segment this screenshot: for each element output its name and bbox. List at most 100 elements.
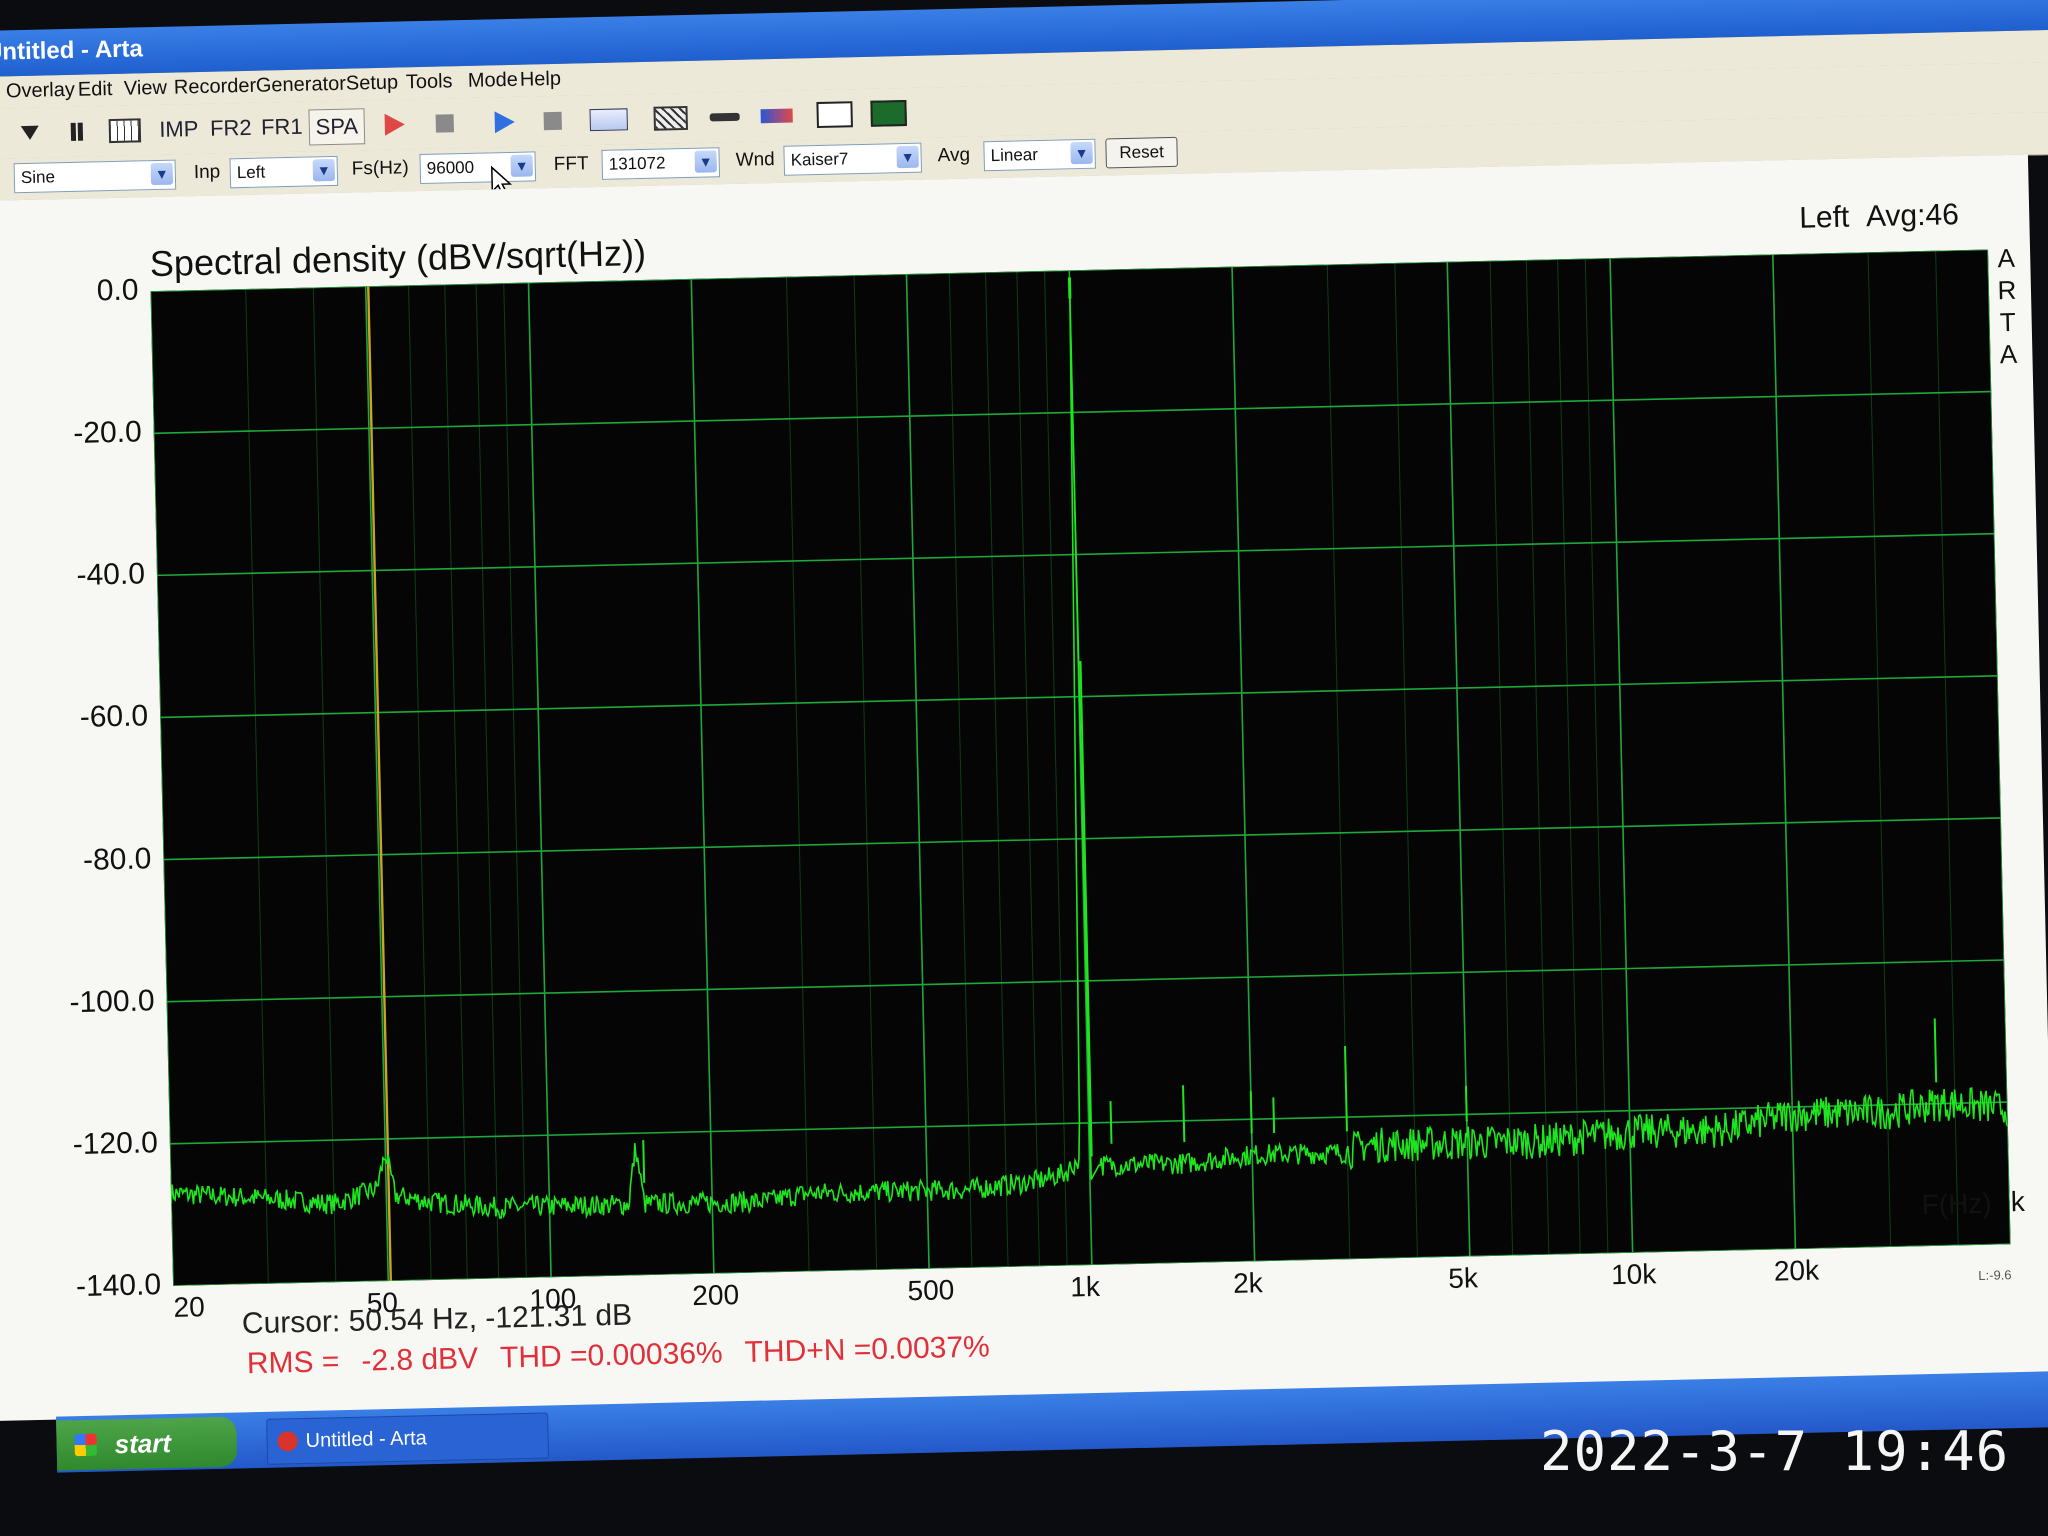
- window-function-select[interactable]: Kaiser7 ▼: [783, 142, 923, 176]
- start-button[interactable]: start: [56, 1416, 238, 1471]
- menu-setup[interactable]: Setup: [346, 71, 399, 95]
- signal-select[interactable]: Sine ▼: [13, 159, 177, 194]
- taskbar-item-arta[interactable]: Untitled - Arta: [266, 1412, 550, 1465]
- text-annotation-icon[interactable]: [586, 102, 631, 137]
- spectral-peak: [1464, 1085, 1468, 1122]
- inp-value: Left: [236, 162, 266, 183]
- x-tick-label: 20: [173, 1291, 206, 1323]
- menu-tools[interactable]: Tools: [406, 70, 453, 94]
- averaging-select[interactable]: Linear ▼: [983, 138, 1096, 172]
- spectral-peak: [1249, 1090, 1253, 1134]
- photo-timestamp: 2022-3-7 19:46: [1540, 1420, 2010, 1483]
- menu-view[interactable]: View: [124, 77, 168, 101]
- spectral-peak: [642, 1140, 646, 1183]
- generator-play-icon[interactable]: [486, 105, 523, 140]
- menu-recorder[interactable]: Recorder: [174, 75, 257, 100]
- pause-icon[interactable]: [61, 114, 92, 149]
- wnd-value: Kaiser7: [790, 149, 849, 170]
- open-arrow-icon[interactable]: [15, 116, 46, 151]
- grid-major-line: [1609, 258, 1634, 1253]
- chevron-down-icon: ▼: [694, 150, 717, 173]
- menu-overlay[interactable]: Overlay: [6, 79, 75, 104]
- stop-icon[interactable]: [426, 106, 463, 141]
- chevron-down-icon: ▼: [312, 158, 336, 182]
- x-axis-label: F(Hz): [1921, 1187, 1993, 1221]
- imp-mode-button[interactable]: IMP: [156, 112, 201, 147]
- noise-floor-trace: [170, 298, 2009, 1220]
- channel-label: Left: [1798, 200, 1850, 235]
- avg-label: Avg: [937, 144, 971, 167]
- x-tick-label: 10k: [1610, 1258, 1657, 1291]
- spectral-peak: [1272, 1097, 1276, 1133]
- photographed-screen: Untitled - Arta Overlay Edit View Record…: [0, 0, 2048, 1536]
- generator-stop-icon[interactable]: [534, 104, 571, 139]
- arta-vertical-label: ARTA: [1994, 242, 2021, 371]
- grid-minor-line: [312, 287, 337, 1283]
- spa-mode-button[interactable]: SPA: [308, 108, 366, 146]
- menu-edit[interactable]: Edit: [78, 78, 113, 102]
- grid-minor-line: [985, 272, 1009, 1267]
- grid-minor-line: [786, 276, 810, 1272]
- spectral-peak: [1079, 661, 1093, 1157]
- grid-minor-line: [1525, 259, 1550, 1255]
- input-channel-select[interactable]: Left ▼: [229, 155, 339, 189]
- avg-count: Avg:46: [1865, 198, 1960, 234]
- spectral-peak: [1933, 1018, 1938, 1083]
- x-tick-label: 2k: [1232, 1267, 1264, 1299]
- arta-window: Untitled - Arta Overlay Edit View Record…: [0, 0, 2048, 1536]
- table-icon[interactable]: [106, 113, 143, 148]
- grid-minor-line: [1584, 258, 1609, 1254]
- y-tick-label: -100.0: [69, 983, 155, 1019]
- chart-channel-avg: Left Avg:46: [1799, 198, 1959, 236]
- grid-minor-line: [1394, 262, 1418, 1258]
- oscilloscope-icon[interactable]: [868, 96, 909, 131]
- wnd-label: Wnd: [735, 148, 775, 171]
- arta-letters: ARTA: [1994, 242, 2021, 371]
- y-tick-label: -80.0: [82, 841, 152, 877]
- chevron-down-icon: ▼: [150, 162, 174, 186]
- arta-letter: A: [1997, 242, 2016, 274]
- grid-minor-line: [853, 275, 878, 1270]
- fr2-mode-button[interactable]: FR2: [206, 111, 255, 146]
- spectral-peak: [1109, 1101, 1113, 1144]
- x-tick-label: 200: [691, 1279, 740, 1312]
- spectrum-plot[interactable]: [150, 249, 2011, 1286]
- chevron-down-icon: ▼: [896, 145, 919, 169]
- arta-app-icon: [277, 1431, 298, 1452]
- spectral-peak: [1182, 1085, 1186, 1143]
- fs-label: Fs(Hz): [351, 157, 409, 180]
- sample-rate-select[interactable]: 96000 ▼: [419, 151, 537, 185]
- y-tick-label: -140.0: [75, 1268, 162, 1304]
- grid-major-line: [690, 278, 715, 1274]
- grid-major-line: [364, 286, 390, 1282]
- fr1-mode-button[interactable]: FR1: [258, 110, 305, 145]
- taskbar-item-label: Untitled - Arta: [305, 1427, 428, 1452]
- thdn-value: THD+N =0.0037%: [744, 1330, 991, 1369]
- y-tick-label: -120.0: [72, 1126, 159, 1161]
- grid-image-icon[interactable]: [650, 101, 691, 136]
- menu-generator[interactable]: Generator: [256, 73, 347, 98]
- menu-mode[interactable]: Mode: [468, 69, 519, 93]
- record-play-icon[interactable]: [376, 107, 413, 142]
- y-tick-label: 0.0: [96, 273, 139, 308]
- start-label: start: [114, 1428, 172, 1460]
- inp-label: Inp: [193, 161, 221, 184]
- grid-minor-line: [245, 288, 269, 1284]
- meter-icon[interactable]: [756, 98, 797, 133]
- chevron-down-icon: ▼: [1070, 141, 1093, 165]
- rms-value: -2.8 dBV: [360, 1342, 479, 1378]
- reset-button[interactable]: Reset: [1105, 136, 1178, 169]
- fs-value: 96000: [426, 157, 475, 178]
- fft-value: 131072: [608, 153, 666, 174]
- probe-icon[interactable]: [704, 100, 745, 135]
- grid-minor-line: [948, 273, 973, 1268]
- fft-size-select[interactable]: 131072 ▼: [601, 147, 721, 180]
- x-tick-label: 5k: [1447, 1262, 1479, 1294]
- menu-help[interactable]: Help: [520, 68, 562, 92]
- rms-label: RMS =: [246, 1345, 340, 1381]
- level-readout: L:-9.6: [1978, 1267, 2012, 1283]
- window-title: Untitled - Arta: [0, 35, 144, 66]
- scope-icon[interactable]: [814, 97, 855, 132]
- grid-minor-line: [1044, 270, 1068, 1266]
- arta-letter: A: [1999, 338, 2018, 370]
